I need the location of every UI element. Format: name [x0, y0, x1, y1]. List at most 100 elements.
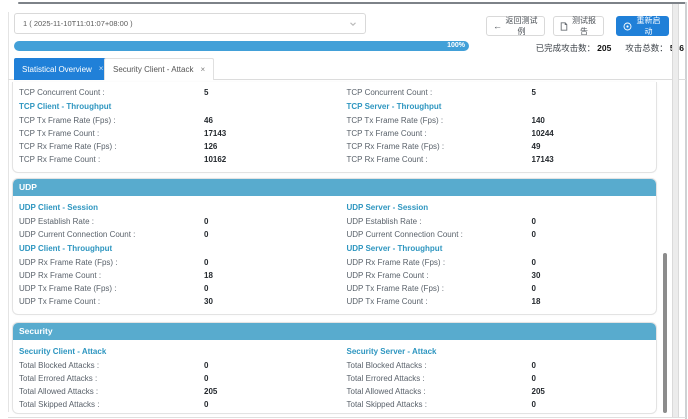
stat-row: TCP Rx Frame Count :10162	[19, 153, 327, 166]
restart-button[interactable]: 重新启动	[616, 16, 669, 36]
window-top-edge	[18, 2, 686, 4]
test-report-button[interactable]: 测试报告	[553, 16, 604, 36]
tab-security-client-attack[interactable]: Security Client - Attack ×	[104, 58, 214, 80]
stat-row: Total Blocked Attacks :0	[19, 359, 327, 372]
stat-label: UDP Tx Frame Count :	[19, 297, 204, 306]
stat-value: 0	[532, 217, 536, 226]
stat-row: UDP Tx Frame Count :18	[347, 295, 649, 308]
restart-icon	[623, 22, 632, 31]
tab-label: Statistical Overview	[22, 65, 92, 74]
stat-value: 0	[204, 374, 208, 383]
stat-row: UDP Rx Frame Rate (Fps) :0	[19, 256, 327, 269]
tab-statistical-overview[interactable]: Statistical Overview ×	[14, 58, 111, 80]
content-scrollbar-thumb[interactable]	[663, 253, 667, 413]
stat-row: UDP Current Connection Count :0	[19, 228, 327, 241]
stat-value: 5	[532, 88, 536, 97]
stat-value: 205	[532, 387, 545, 396]
stat-label: TCP Tx Frame Count :	[347, 129, 532, 138]
stat-value: 0	[204, 361, 208, 370]
stat-row: UDP Establish Rate :0	[19, 215, 327, 228]
stat-value: 49	[532, 142, 541, 151]
stat-label: Total Skipped Attacks :	[347, 400, 532, 409]
stat-value: 10162	[204, 155, 226, 164]
stat-label: TCP Rx Frame Rate (Fps) :	[19, 142, 204, 151]
tab-close-icon[interactable]: ×	[200, 66, 205, 74]
stat-row: TCP Tx Frame Rate (Fps) :46	[19, 114, 327, 127]
stat-group-subheader: TCP Server - Throughput	[347, 99, 649, 114]
stat-group-subheader: TCP Client - Throughput	[19, 99, 327, 114]
stat-label: UDP Tx Frame Rate (Fps) :	[19, 284, 204, 293]
stat-group-subheader: UDP Client - Session	[19, 200, 327, 215]
stat-row: UDP Establish Rate :0	[347, 215, 649, 228]
stats-column-left: TCP Concurrent Count :5TCP Client - Thro…	[13, 86, 335, 166]
stat-label: TCP Rx Frame Count :	[347, 155, 532, 164]
stat-label: UDP Rx Frame Rate (Fps) :	[347, 258, 532, 267]
stat-value: 10244	[532, 129, 554, 138]
stat-value: 30	[532, 271, 541, 280]
stat-label: TCP Rx Frame Rate (Fps) :	[347, 142, 532, 151]
stats-column-right: TCP Concurrent Count :5TCP Server - Thro…	[335, 86, 657, 166]
stat-label: UDP Establish Rate :	[19, 217, 204, 226]
section-card-udp: UDPUDP Client - SessionUDP Establish Rat…	[12, 178, 657, 315]
stat-value: 0	[532, 374, 536, 383]
stat-row: UDP Rx Frame Count :18	[19, 269, 327, 282]
tab-close-icon[interactable]: ×	[99, 65, 104, 73]
stat-value: 126	[204, 142, 217, 151]
iteration-select[interactable]: 1 ( 2025-11-10T11:01:07+08:00 )	[14, 13, 366, 34]
stat-value: 0	[532, 361, 536, 370]
stat-label: Total Blocked Attacks :	[347, 361, 532, 370]
progress-bar: 100%	[14, 41, 469, 51]
stat-label: Total Errored Attacks :	[19, 374, 204, 383]
stat-label: Total Errored Attacks :	[347, 374, 532, 383]
stat-group-subheader: UDP Client - Throughput	[19, 241, 327, 256]
stat-value: 30	[204, 297, 213, 306]
chevron-down-icon	[349, 20, 357, 28]
stat-row: Total Errored Attacks :0	[19, 372, 327, 385]
back-to-testcase-button[interactable]: ← 返回测试例	[486, 16, 545, 36]
stat-value: 0	[532, 284, 536, 293]
section-title: UDP	[13, 179, 656, 196]
section-body: TCP Concurrent Count :5TCP Client - Thro…	[13, 82, 656, 172]
stat-label: UDP Current Connection Count :	[347, 230, 532, 239]
tab-bar: Statistical Overview × Security Client -…	[8, 58, 686, 80]
stat-label: TCP Concurrent Count :	[19, 88, 204, 97]
section-body: UDP Client - SessionUDP Establish Rate :…	[13, 196, 656, 314]
stat-label: UDP Tx Frame Rate (Fps) :	[347, 284, 532, 293]
stat-row: Total Skipped Attacks :0	[19, 398, 327, 411]
stat-label: Total Skipped Attacks :	[19, 400, 204, 409]
stats-column-right: Security Server - AttackTotal Blocked At…	[335, 344, 657, 411]
stat-row: Total Allowed Attacks :205	[347, 385, 649, 398]
stat-row: TCP Concurrent Count :5	[347, 86, 649, 99]
arrow-left-icon: ←	[493, 22, 502, 31]
stat-row: TCP Tx Frame Rate (Fps) :140	[347, 114, 649, 127]
stats-column-left: UDP Client - SessionUDP Establish Rate :…	[13, 200, 335, 308]
stats-column-left: Security Client - AttackTotal Blocked At…	[13, 344, 335, 411]
stat-group-subheader: Security Client - Attack	[19, 344, 327, 359]
page-scrollbar[interactable]	[672, 4, 679, 417]
section-title: Security	[13, 323, 656, 340]
stat-row: UDP Tx Frame Rate (Fps) :0	[347, 282, 649, 295]
section-body: Security Client - AttackTotal Blocked At…	[13, 340, 656, 413]
stat-value: 18	[532, 297, 541, 306]
stat-value: 0	[204, 217, 208, 226]
stat-value: 0	[532, 400, 536, 409]
completed-attacks-label: 已完成攻击数：	[536, 43, 596, 53]
stat-row: TCP Rx Frame Rate (Fps) :126	[19, 140, 327, 153]
stat-label: Total Allowed Attacks :	[19, 387, 204, 396]
stat-value: 205	[204, 387, 217, 396]
stat-row: TCP Concurrent Count :5	[19, 86, 327, 99]
stat-label: TCP Tx Frame Count :	[19, 129, 204, 138]
stat-row: UDP Tx Frame Count :30	[19, 295, 327, 308]
attack-stats: 已完成攻击数：205攻击总数：546	[536, 42, 684, 54]
stats-column-right: UDP Server - SessionUDP Establish Rate :…	[335, 200, 657, 308]
stat-value: 46	[204, 116, 213, 125]
stat-value: 0	[204, 284, 208, 293]
stat-group-subheader: UDP Server - Throughput	[347, 241, 649, 256]
report-button-label: 测试报告	[571, 15, 597, 37]
window-bottom-edge	[8, 417, 686, 418]
stat-row: UDP Rx Frame Count :30	[347, 269, 649, 282]
section-card-tcp: TCP Concurrent Count :5TCP Client - Thro…	[12, 82, 657, 173]
stat-row: Total Skipped Attacks :0	[347, 398, 649, 411]
app-window: 1 ( 2025-11-10T11:01:07+08:00 ) ← 返回测试例 …	[0, 0, 688, 419]
stat-row: UDP Current Connection Count :0	[347, 228, 649, 241]
